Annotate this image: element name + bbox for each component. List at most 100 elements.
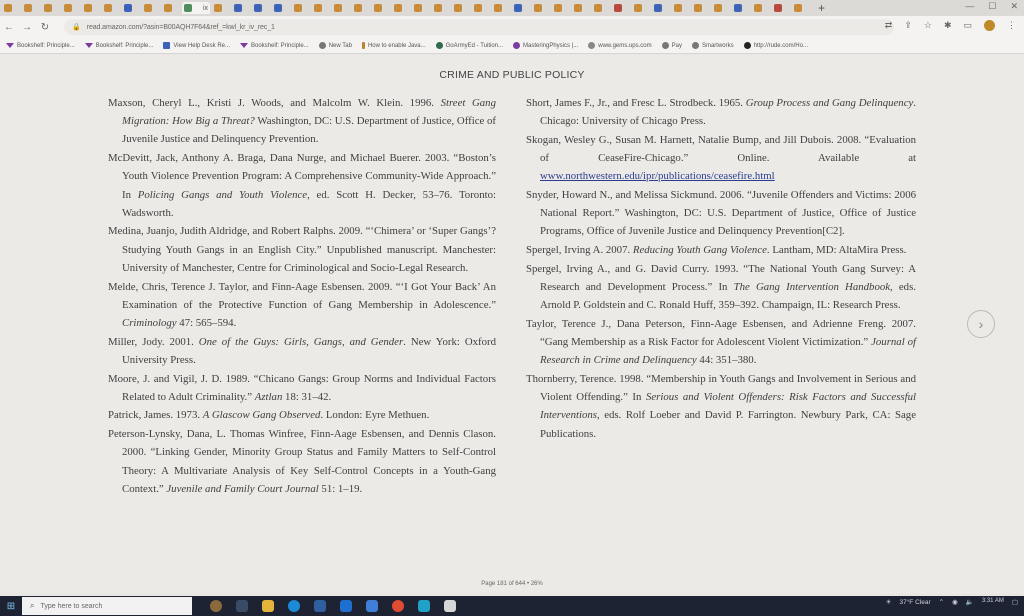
bookmark-item[interactable]: MasteringPhysics |... — [513, 42, 578, 49]
reference-title: A Glascow Gang Observed — [202, 409, 321, 422]
browser-tab[interactable] — [162, 2, 180, 14]
app-icon[interactable] — [418, 600, 430, 612]
mail-icon[interactable] — [340, 600, 352, 612]
menu-dots-icon[interactable]: ⋮ — [1007, 20, 1016, 31]
notifications-icon[interactable]: ▢ — [1012, 598, 1018, 606]
chevron-right-icon[interactable]: › — [967, 310, 995, 338]
edge-browser-icon[interactable] — [288, 600, 300, 612]
address-bar[interactable]: 🔒 read.amazon.com/?asin=B00AQH7F64&ref_=… — [64, 19, 894, 35]
browser-tab[interactable] — [212, 2, 230, 14]
tab-favicon-icon — [314, 4, 322, 12]
browser-tab[interactable] — [572, 2, 590, 14]
browser-tab[interactable] — [712, 2, 730, 14]
minimize-icon[interactable]: — — [965, 1, 974, 12]
bookmark-item[interactable]: Pay — [661, 42, 682, 49]
reload-icon[interactable]: ↻ — [36, 22, 54, 33]
browser-tab[interactable] — [352, 2, 370, 14]
app-icon[interactable] — [366, 600, 378, 612]
browser-tab[interactable] — [492, 2, 510, 14]
file-explorer-icon[interactable] — [262, 600, 274, 612]
browser-tab[interactable] — [392, 2, 410, 14]
bookmark-item[interactable]: Bookshelf: Principle... — [84, 43, 153, 49]
tab-favicon-icon — [754, 4, 762, 12]
browser-tab[interactable] — [122, 2, 140, 14]
search-placeholder: Type here to search — [40, 602, 103, 610]
clock[interactable]: 3:31 AM — [982, 598, 1004, 606]
sidebar-icon[interactable]: ▭ — [963, 20, 972, 31]
browser-tab[interactable] — [592, 2, 610, 14]
browser-tab[interactable] — [792, 2, 810, 14]
browser-tab[interactable] — [312, 2, 330, 14]
browser-tab[interactable] — [142, 2, 160, 14]
browser-tab[interactable] — [42, 2, 60, 14]
browser-tab[interactable] — [772, 2, 790, 14]
browser-tab[interactable] — [252, 2, 270, 14]
back-arrow-icon[interactable]: ← — [0, 22, 18, 33]
browser-tab[interactable] — [232, 2, 250, 14]
bookmark-item[interactable]: http://rude.com/Ho... — [743, 42, 808, 49]
browser-tab[interactable] — [22, 2, 40, 14]
browser-tab-active[interactable]: ix — [182, 2, 210, 14]
bookmark-star-icon[interactable]: ☆ — [924, 20, 932, 31]
bookmark-item[interactable]: www.gems.ups.com — [588, 42, 652, 49]
bookmark-item[interactable]: Smartworks — [691, 42, 734, 49]
reference-text: Taylor, Terence J., Dana Peterson, Finn-… — [526, 317, 916, 349]
windows-start-icon[interactable]: ⊞ — [0, 601, 22, 612]
browser-tab[interactable] — [512, 2, 530, 14]
browser-tab[interactable] — [552, 2, 570, 14]
bookmark-item[interactable]: How to enable Java... — [361, 42, 426, 49]
taskbar-search-box[interactable]: ⌕ Type here to search — [22, 597, 192, 615]
browser-tab[interactable] — [372, 2, 390, 14]
browser-tab[interactable] — [532, 2, 550, 14]
browser-tab[interactable] — [412, 2, 430, 14]
browser-tab[interactable] — [62, 2, 80, 14]
new-tab-button[interactable]: + — [818, 1, 825, 15]
tab-favicon-icon — [334, 4, 342, 12]
bookmark-favicon-icon — [588, 42, 596, 49]
volume-icon[interactable]: 🔈 — [966, 598, 974, 606]
weather-text[interactable]: 37°F Clear — [899, 599, 930, 606]
browser-tab[interactable] — [272, 2, 290, 14]
forward-arrow-icon[interactable]: → — [18, 22, 36, 33]
browser-tab[interactable] — [82, 2, 100, 14]
browser-tab[interactable] — [652, 2, 670, 14]
network-icon[interactable]: ◉ — [952, 598, 958, 606]
profile-avatar-icon[interactable] — [984, 20, 995, 31]
gmail-icon[interactable] — [444, 600, 456, 612]
share-icon[interactable]: ⇪ — [904, 20, 912, 31]
reference-entry: Moore, J. and Vigil, J. D. 1989. “Chican… — [108, 370, 496, 406]
bookmark-item[interactable]: Bookshelf: Principle... — [239, 43, 309, 49]
translate-icon[interactable]: ⇄ — [885, 20, 893, 31]
browser-tab[interactable] — [732, 2, 750, 14]
browser-tab[interactable] — [692, 2, 710, 14]
maximize-icon[interactable]: ☐ — [988, 1, 996, 12]
bookmark-item[interactable]: GoArmyEd - Tuition... — [435, 42, 503, 49]
reference-link[interactable]: www.northwestern.edu/ipr/publications/ce… — [540, 170, 775, 182]
browser-tab[interactable] — [752, 2, 770, 14]
bookmark-item[interactable]: New Tab — [318, 42, 352, 49]
browser-tab[interactable] — [2, 2, 20, 14]
tab-favicon-icon — [534, 4, 542, 12]
browser-tab[interactable] — [452, 2, 470, 14]
browser-tab[interactable] — [332, 2, 350, 14]
close-window-icon[interactable]: ✕ — [1010, 1, 1018, 12]
browser-tab[interactable] — [612, 2, 630, 14]
taskbar-app-icon[interactable] — [210, 600, 222, 612]
store-icon[interactable] — [314, 600, 326, 612]
extensions-icon[interactable]: ✱ — [944, 20, 952, 31]
bookmark-item[interactable]: Bookshelf: Principle... — [6, 43, 75, 49]
browser-tab[interactable] — [102, 2, 120, 14]
tray-chevron-icon[interactable]: ⌃ — [939, 598, 944, 606]
window-controls: — ☐ ✕ — [965, 1, 1018, 12]
bookmark-item[interactable]: View Help Desk Re... — [163, 42, 230, 49]
browser-tab[interactable] — [632, 2, 650, 14]
browser-tab[interactable] — [672, 2, 690, 14]
browser-tab[interactable] — [432, 2, 450, 14]
browser-tab[interactable] — [292, 2, 310, 14]
task-view-icon[interactable] — [236, 600, 248, 612]
bookmark-label: GoArmyEd - Tuition... — [445, 42, 503, 49]
chrome-icon[interactable] — [392, 600, 404, 612]
tab-close-label[interactable]: ix — [203, 5, 208, 12]
url-text[interactable]: read.amazon.com/?asin=B00AQH7F64&ref_=kw… — [87, 24, 275, 31]
browser-tab[interactable] — [472, 2, 490, 14]
